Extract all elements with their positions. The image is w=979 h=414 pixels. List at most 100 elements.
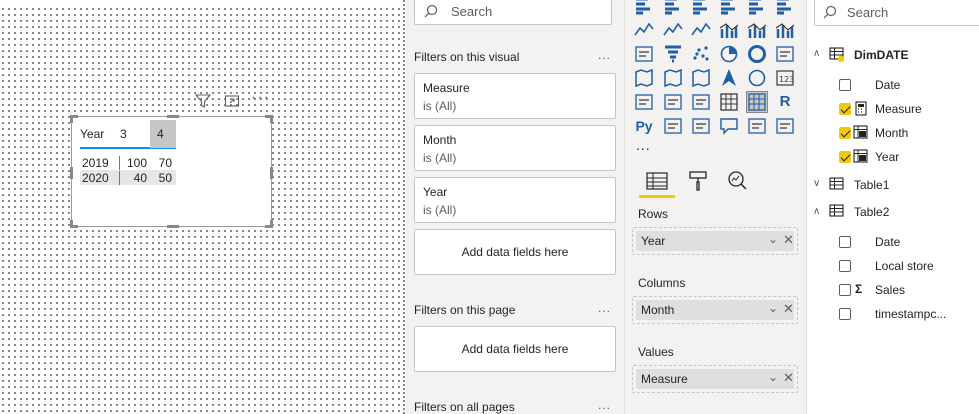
filter-card-measure[interactable]: Measure is (All) (414, 73, 616, 119)
pie-chart-icon[interactable] (719, 44, 739, 64)
chevron-down-icon[interactable]: ⌄ (768, 232, 778, 246)
field-checkbox[interactable] (839, 260, 851, 272)
analytics-magnifier-icon[interactable] (726, 170, 748, 195)
line-and-column-chart-icon[interactable] (719, 20, 739, 40)
table-name-table2[interactable]: Table2 (854, 205, 889, 219)
close-icon[interactable]: ✕ (783, 301, 794, 317)
resize-handle[interactable] (270, 167, 273, 179)
azure-map-icon[interactable] (719, 68, 739, 88)
stacked-bar-chart-icon[interactable] (634, 0, 654, 16)
ribbon-chart-icon[interactable] (775, 20, 795, 40)
field-date[interactable]: Date (875, 78, 900, 92)
chevron-down-icon[interactable]: ⌄ (768, 301, 778, 315)
columns-field-pill[interactable]: Month ⌄ ✕ (636, 300, 794, 320)
values-well[interactable]: Measure ⌄ ✕ (632, 365, 798, 393)
field-year[interactable]: Year (875, 150, 899, 164)
resize-handle[interactable] (70, 167, 73, 179)
values-field-pill[interactable]: Measure ⌄ ✕ (636, 369, 794, 389)
resize-handle[interactable] (70, 115, 73, 123)
field-checkbox[interactable] (839, 308, 851, 320)
scatter-chart-icon[interactable] (691, 44, 711, 64)
resize-handle[interactable] (167, 115, 179, 118)
column-header-3[interactable]: 3 (120, 127, 150, 141)
matrix-visual-icon[interactable] (746, 91, 768, 113)
more-options-icon[interactable]: ... (598, 48, 611, 62)
focus-mode-icon[interactable] (224, 93, 240, 113)
fields-tab-icon[interactable] (645, 170, 669, 195)
matrix-visual[interactable]: Year 3 4 2019 100 70 2020 40 50 (70, 115, 273, 228)
key-influencers-icon[interactable] (663, 116, 683, 136)
waterfall-chart-icon[interactable] (634, 44, 654, 64)
filled-map-icon[interactable] (663, 68, 683, 88)
card-icon[interactable]: 123 (775, 68, 795, 88)
100-stacked-bar-chart-icon[interactable] (747, 0, 767, 16)
table-visual-icon[interactable] (719, 92, 739, 112)
gauge-icon[interactable] (747, 68, 767, 88)
field-local-store[interactable]: Local store (875, 259, 934, 273)
line-chart-icon[interactable] (634, 20, 654, 40)
rows-field-pill[interactable]: Year ⌄ ✕ (636, 231, 794, 251)
kpi-icon[interactable] (634, 92, 654, 112)
field-timestamp[interactable]: timestampc... (875, 307, 946, 321)
filters-search-input[interactable]: Search (414, 0, 612, 25)
clustered-column-chart-icon[interactable] (719, 0, 739, 16)
resize-handle[interactable] (167, 225, 179, 228)
funnel-chart-icon[interactable] (663, 44, 683, 64)
more-options-icon[interactable]: ... (598, 301, 611, 315)
stacked-area-chart-icon[interactable] (691, 20, 711, 40)
table-name-table1[interactable]: Table1 (854, 178, 889, 192)
field-measure[interactable]: Measure (875, 102, 922, 116)
field-checkbox[interactable] (839, 79, 851, 91)
more-visuals-icon[interactable]: ... (636, 137, 651, 153)
r-visual-icon[interactable]: R (775, 92, 795, 112)
field-checkbox[interactable] (839, 127, 851, 139)
chevron-down-icon[interactable]: ⌄ (768, 370, 778, 384)
visual-filter-dropzone[interactable]: Add data fields here (414, 229, 616, 275)
resize-handle[interactable] (270, 220, 273, 228)
table-name-dimdate[interactable]: DimDATE (854, 48, 908, 62)
shape-map-icon[interactable] (691, 68, 711, 88)
line-and-clustered-column-icon[interactable] (747, 20, 767, 40)
field-checkbox[interactable] (839, 103, 851, 115)
field-checkbox[interactable] (839, 236, 851, 248)
more-options-icon[interactable]: ··· (251, 89, 270, 107)
donut-chart-icon[interactable] (747, 44, 767, 64)
resize-handle[interactable] (70, 220, 73, 228)
field-sales[interactable]: Sales (875, 283, 905, 297)
filter-card-year[interactable]: Year is (All) (414, 177, 616, 223)
map-icon[interactable] (634, 68, 654, 88)
close-icon[interactable]: ✕ (783, 370, 794, 386)
smart-narrative-icon[interactable] (747, 116, 767, 136)
columns-well[interactable]: Month ⌄ ✕ (632, 296, 798, 324)
clustered-bar-chart-icon[interactable] (691, 0, 711, 16)
multi-row-card-icon[interactable] (663, 92, 683, 112)
qa-visual-icon[interactable] (719, 116, 739, 136)
stacked-column-chart-icon[interactable] (663, 0, 683, 16)
format-paint-roller-icon[interactable] (687, 170, 709, 195)
filter-icon[interactable] (194, 93, 212, 113)
fields-search-input[interactable]: Search (814, 0, 979, 26)
filter-card-month[interactable]: Month is (All) (414, 125, 616, 171)
field-checkbox[interactable] (839, 284, 851, 296)
rows-well[interactable]: Year ⌄ ✕ (632, 227, 798, 255)
expand-chevron-icon[interactable]: ∨ (813, 178, 820, 189)
python-visual-icon[interactable]: Py (634, 116, 654, 136)
field-checkbox[interactable] (839, 151, 851, 163)
more-options-icon[interactable]: ... (598, 398, 611, 412)
rows-well-title: Rows (638, 207, 669, 221)
field-date[interactable]: Date (875, 235, 900, 249)
page-filter-dropzone[interactable]: Add data fields here (414, 326, 616, 372)
resize-handle[interactable] (270, 115, 273, 123)
collapse-chevron-icon[interactable]: ∧ (813, 206, 820, 217)
area-chart-icon[interactable] (663, 20, 683, 40)
column-header-4[interactable]: 4 (150, 120, 176, 148)
slicer-icon[interactable] (691, 92, 711, 112)
treemap-icon[interactable] (775, 44, 795, 64)
close-icon[interactable]: ✕ (783, 232, 794, 248)
field-month[interactable]: Month (875, 126, 908, 140)
decomposition-tree-icon[interactable] (691, 116, 711, 136)
visual-header: ··· (193, 89, 273, 113)
100-stacked-column-chart-icon[interactable] (775, 0, 795, 16)
collapse-chevron-icon[interactable]: ∧ (813, 48, 820, 59)
paginated-report-icon[interactable] (775, 116, 795, 136)
